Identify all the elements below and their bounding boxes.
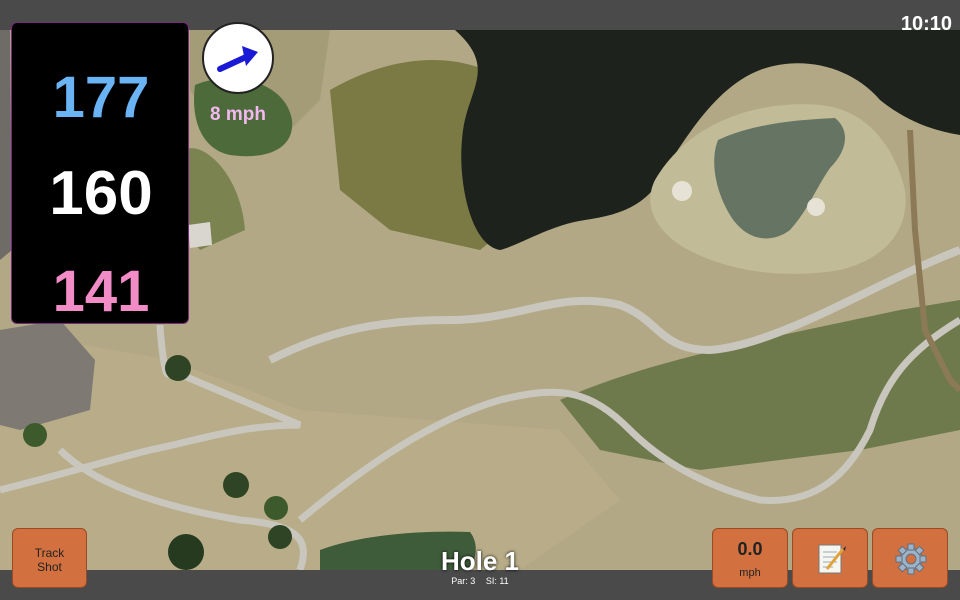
wind-speed-unit: mph <box>739 567 761 579</box>
gear-icon <box>895 543 927 575</box>
settings-button[interactable] <box>872 528 948 588</box>
arrow-icon <box>217 46 258 72</box>
track-shot-button[interactable]: Track Shot <box>12 528 87 588</box>
front-distance: 141 <box>52 259 150 324</box>
hole-info: Par: 3 SI: 11 <box>380 576 580 586</box>
wind-indicator <box>202 22 274 94</box>
wind-speed-button[interactable]: 0.0 mph <box>712 528 788 588</box>
back-distance: 177 <box>52 65 150 130</box>
track-shot-label-1: Track <box>34 546 65 560</box>
wind-speed-value: 0.0 <box>737 539 763 559</box>
wind-speed-label: 8 mph <box>210 104 266 125</box>
notepad-icon <box>818 544 846 574</box>
track-shot-label-2: Shot <box>37 560 62 574</box>
notes-button[interactable] <box>792 528 868 588</box>
distance-panel: 177 160 141 <box>11 22 189 324</box>
hole-title: Hole 1 <box>440 546 520 576</box>
hole-si: SI: 11 <box>485 576 509 586</box>
hole-par: Par: 3 <box>451 576 476 586</box>
middle-distance: 160 <box>49 159 153 228</box>
